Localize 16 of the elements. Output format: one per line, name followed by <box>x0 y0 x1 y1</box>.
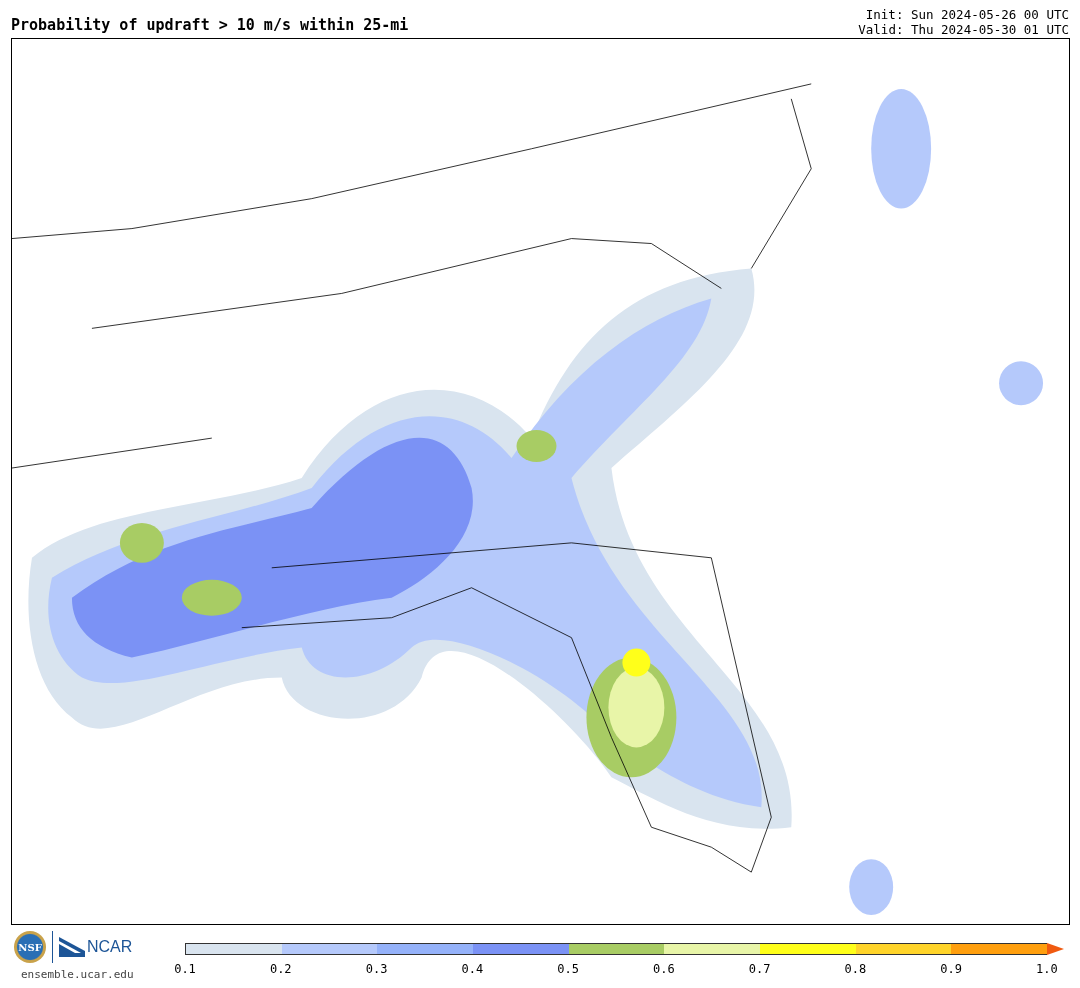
site-url: ensemble.ucar.edu <box>21 968 134 981</box>
init-time: Init: Sun 2024-05-26 00 UTC <box>865 7 1069 22</box>
colorbar-label: 0.6 <box>652 962 676 976</box>
valid-time: Valid: Thu 2024-05-30 01 UTC <box>858 22 1069 37</box>
colorbar-label: 0.9 <box>939 962 963 976</box>
nsf-logo: NSF <box>14 931 46 963</box>
colorbar-label: 0.7 <box>747 962 772 976</box>
colorbar-label: 0.8 <box>843 962 868 976</box>
colorbar-label: 0.4 <box>460 962 485 976</box>
colorbar-label: 0.3 <box>364 962 389 976</box>
map-title: Probability of updraft > 10 m/s within 25-mi <box>11 16 409 34</box>
colorbar-label: 0.1 <box>173 962 197 976</box>
ncar-logo: NCAR <box>59 937 133 957</box>
colorbar-label: 1.0 <box>1035 962 1059 976</box>
colorbar-label: 0.2 <box>268 962 293 976</box>
colorbar-label: 0.5 <box>556 962 580 976</box>
